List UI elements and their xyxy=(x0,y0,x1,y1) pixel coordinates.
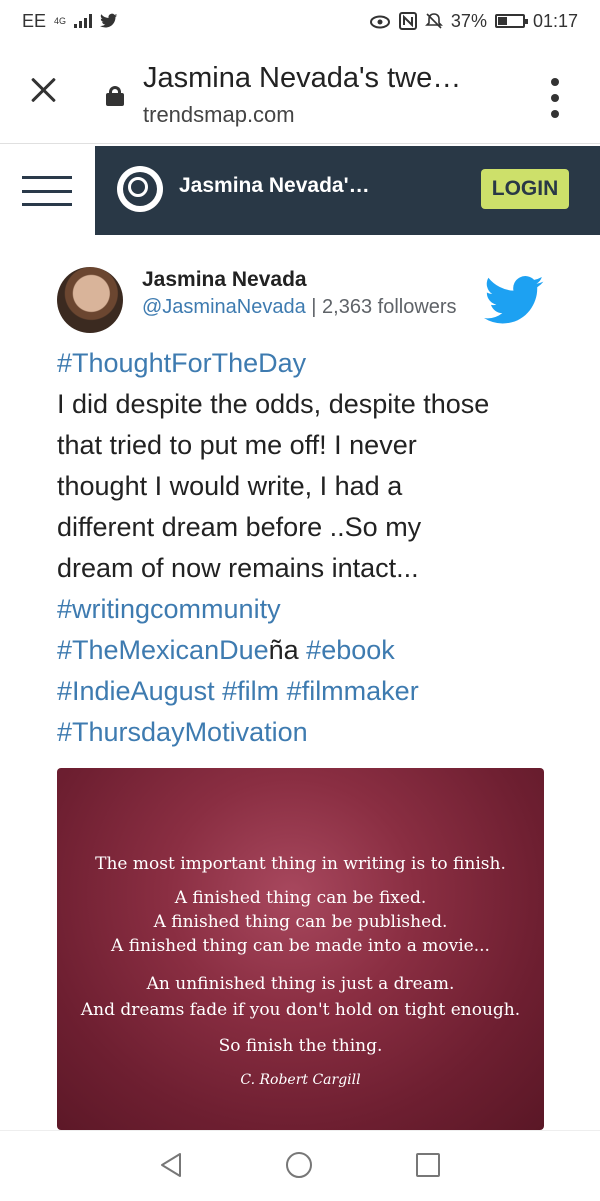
tweet-text-segment: I did despite the odds, despite those xyxy=(57,389,490,419)
page-url[interactable]: trendsmap.com xyxy=(143,102,295,128)
user-name[interactable]: Jasmina Nevada xyxy=(142,268,307,292)
signal-icon xyxy=(74,14,93,28)
hashtag-link[interactable]: #ebook xyxy=(306,635,395,665)
page-title[interactable]: Jasmina Nevada's twe… xyxy=(143,62,461,95)
follower-count: | 2,363 followers xyxy=(305,296,457,318)
more-menu-icon[interactable] xyxy=(548,78,562,118)
quote-line: And dreams fade if you don't hold on tig… xyxy=(80,1000,521,1020)
tweet-text-segment: ña xyxy=(268,635,307,665)
user-meta: @JasminaNevada | 2,363 followers xyxy=(142,296,524,319)
quote-line: The most important thing in writing is t… xyxy=(95,854,506,874)
status-bar: EE 4G 37% 01:17 xyxy=(0,0,600,42)
quote-author: C. Robert Cargill xyxy=(240,1072,361,1088)
trendsmap-logo-icon[interactable] xyxy=(117,166,163,212)
hashtag-link[interactable]: #IndieAugust xyxy=(57,676,215,706)
hashtag-link[interactable]: #TheMexicanDue xyxy=(57,635,269,665)
twitter-icon[interactable] xyxy=(484,270,546,332)
tweet-line: #writingcommunity xyxy=(57,589,562,630)
tweet-line: I did despite the odds, despite those xyxy=(57,384,562,425)
hashtag-link[interactable]: #film xyxy=(222,676,279,706)
tweet-line: different dream before ..So my xyxy=(57,507,562,548)
tweet-line: thought I would write, I had a xyxy=(57,466,562,507)
close-icon[interactable] xyxy=(26,72,62,108)
hashtag-link[interactable]: #ThursdayMotivation xyxy=(57,717,308,747)
back-icon[interactable] xyxy=(158,1151,184,1179)
hashtag-link[interactable]: #ThoughtForTheDay xyxy=(57,348,306,378)
tweet-line: #IndieAugust #film #filmmaker xyxy=(57,671,562,712)
hashtag-link[interactable]: #writingcommunity xyxy=(57,594,281,624)
tweet-line: #ThoughtForTheDay xyxy=(57,343,562,384)
site-header-bar: Jasmina Nevada'… LOGIN xyxy=(95,146,600,235)
quote-line: A finished thing can be published. xyxy=(153,912,448,932)
tweet-text-segment: that tried to put me off! I never xyxy=(57,430,417,460)
battery-icon xyxy=(494,14,528,28)
site-title: Jasmina Nevada'… xyxy=(179,174,370,197)
tweet-text-segment: different dream before ..So my xyxy=(57,512,422,542)
tweet-text: #ThoughtForTheDay I did despite the odds,… xyxy=(57,343,562,753)
twitter-notification-icon xyxy=(100,13,118,28)
quote-line: A finished thing can be made into a movi… xyxy=(111,936,490,956)
tweet-line: #ThursdayMotivation xyxy=(57,712,562,753)
recent-apps-icon[interactable] xyxy=(416,1153,440,1177)
battery-percent: 37% xyxy=(450,10,487,31)
nfc-icon xyxy=(398,12,417,30)
user-handle[interactable]: @JasminaNevada xyxy=(142,296,306,318)
quote-line: A finished thing can be fixed. xyxy=(174,888,427,908)
quote-image[interactable]: The most important thing in writing is t… xyxy=(57,768,544,1130)
tweet-text-segment: thought I would write, I had a xyxy=(57,471,403,501)
login-button[interactable]: LOGIN xyxy=(481,169,569,209)
site-header: Jasmina Nevada'… LOGIN xyxy=(0,146,600,235)
carrier-label: EE xyxy=(22,10,47,31)
mute-icon xyxy=(424,13,443,29)
hamburger-menu-icon[interactable] xyxy=(22,176,72,206)
clock: 01:17 xyxy=(532,10,578,31)
tweet-text-segment xyxy=(279,676,287,706)
browser-bar: Jasmina Nevada's twe… trendsmap.com xyxy=(0,42,600,144)
eye-comfort-icon xyxy=(369,15,390,29)
tweet-text-segment: dream of now remains intact... xyxy=(57,553,419,583)
quote-line: An unfinished thing is just a dream. xyxy=(146,974,455,994)
tweet-line: #TheMexicanDueña #ebook xyxy=(57,630,562,671)
lock-icon[interactable] xyxy=(106,86,124,106)
system-nav-bar xyxy=(0,1130,600,1201)
avatar[interactable] xyxy=(57,267,123,333)
tweet-text-segment xyxy=(215,676,223,706)
hashtag-link[interactable]: #filmmaker xyxy=(287,676,419,706)
quote-line: So finish the thing. xyxy=(218,1036,383,1056)
tweet-line: dream of now remains intact... xyxy=(57,548,562,589)
home-icon[interactable] xyxy=(286,1152,312,1178)
network-type: 4G xyxy=(54,15,67,26)
tweet-line: that tried to put me off! I never xyxy=(57,425,562,466)
